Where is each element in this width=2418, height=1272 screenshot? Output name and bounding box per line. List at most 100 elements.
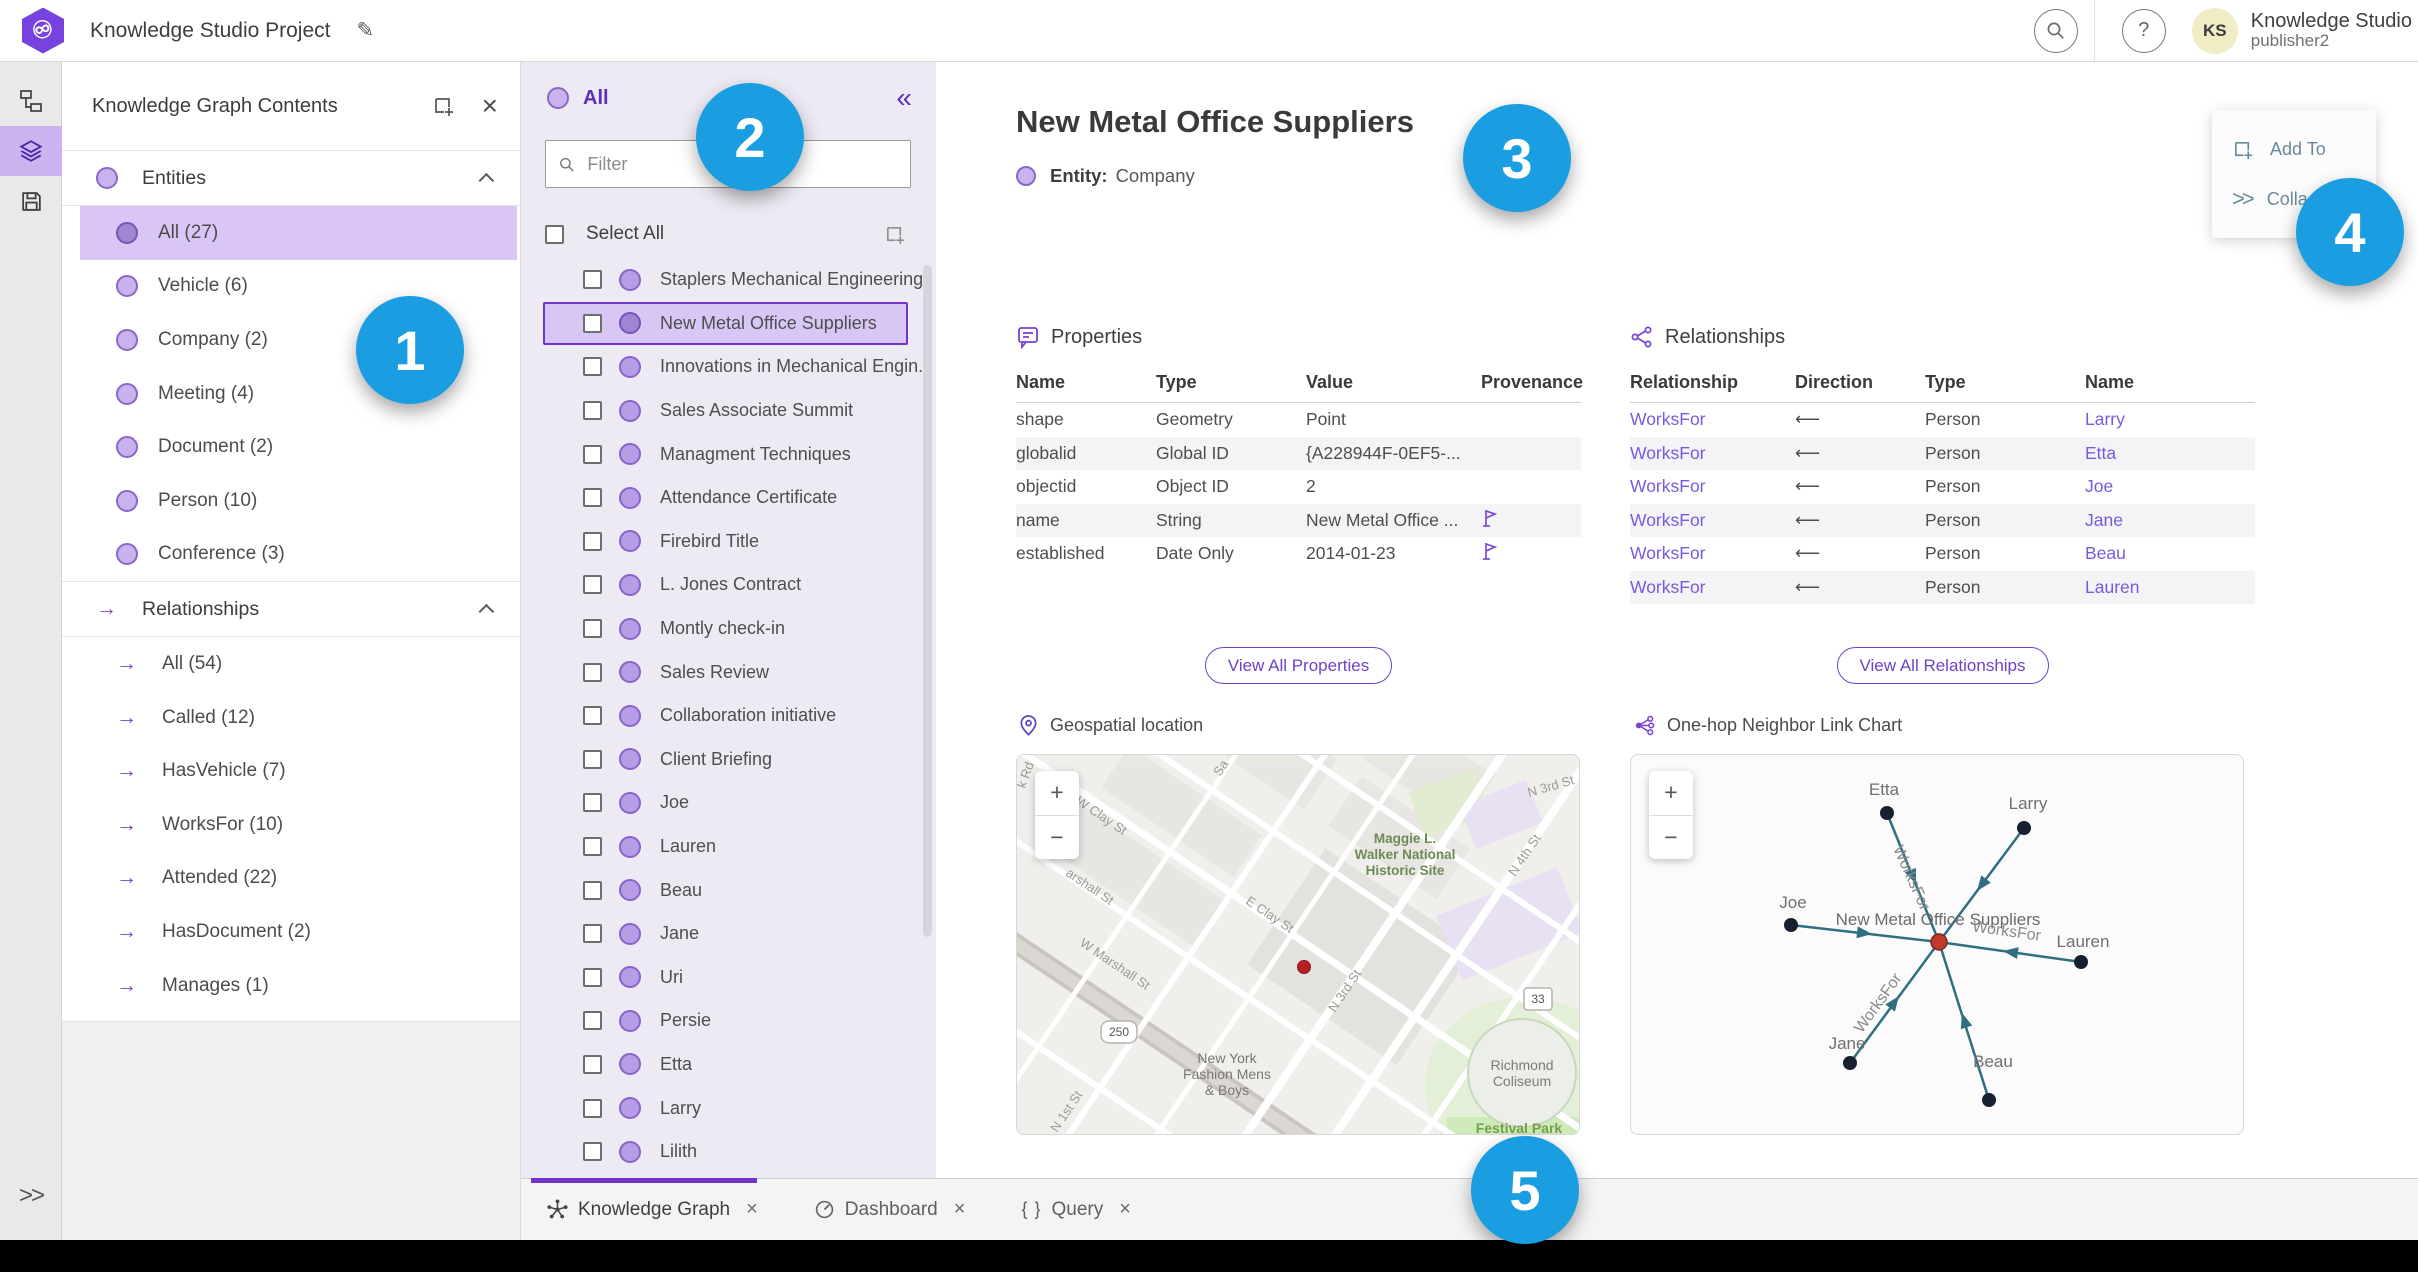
item-checkbox[interactable] <box>583 837 602 857</box>
help-button[interactable]: ? <box>2121 8 2166 53</box>
relationship-type-item[interactable]: → Attended (22) <box>80 852 517 906</box>
geospatial-map[interactable]: + − W Clay St E Clay St arshall St W Mar… <box>1016 754 1580 1135</box>
item-checkbox[interactable] <box>583 706 602 726</box>
rail-save-button[interactable] <box>0 176 62 226</box>
list-item[interactable]: Etta <box>543 1043 908 1087</box>
list-item[interactable]: Sales Associate Summit <box>543 389 908 433</box>
list-item[interactable]: Sales Review <box>543 650 908 694</box>
related-name-link[interactable]: Jane <box>2085 510 2255 531</box>
list-item[interactable]: Collaboration initiative <box>543 694 908 738</box>
add-layer-button[interactable] <box>428 90 460 122</box>
close-panel-button[interactable]: × <box>482 92 498 120</box>
item-checkbox[interactable] <box>583 1142 602 1162</box>
item-checkbox[interactable] <box>583 967 602 987</box>
graph-node[interactable] <box>1843 1056 1857 1070</box>
item-checkbox[interactable] <box>583 924 602 944</box>
item-checkbox[interactable] <box>583 1011 602 1031</box>
relationship-link[interactable]: WorksFor <box>1630 476 1795 497</box>
item-checkbox[interactable] <box>583 575 602 595</box>
link-chart[interactable]: + − Etta Larry Joe Lauren Jane Beau New … <box>1630 754 2244 1135</box>
item-checkbox[interactable] <box>583 401 602 421</box>
list-item[interactable]: L. Jones Contract <box>543 563 908 607</box>
item-checkbox[interactable] <box>583 313 602 333</box>
tab-query[interactable]: { } Query × <box>1021 1198 1130 1221</box>
tab-knowledge-graph[interactable]: Knowledge Graph × <box>547 1198 758 1221</box>
rail-layers-button[interactable] <box>0 126 62 176</box>
entity-type-item[interactable]: All (27) <box>80 206 517 260</box>
relationship-type-item[interactable]: → HasDocument (2) <box>80 905 517 959</box>
entity-type-item[interactable]: Vehicle (6) <box>80 260 517 314</box>
related-name-link[interactable]: Beau <box>2085 543 2255 564</box>
list-item[interactable]: Jane <box>543 912 908 956</box>
relationship-link[interactable]: WorksFor <box>1630 543 1795 564</box>
view-all-properties-button[interactable]: View All Properties <box>1204 647 1393 684</box>
item-checkbox[interactable] <box>583 488 602 508</box>
entity-type-item[interactable]: Document (2) <box>80 420 517 474</box>
related-name-link[interactable]: Larry <box>2085 409 2255 430</box>
item-checkbox[interactable] <box>583 531 602 551</box>
edit-title-icon[interactable]: ✎ <box>357 18 375 43</box>
graph-center-node[interactable] <box>1930 933 1948 951</box>
list-item[interactable]: Client Briefing <box>543 738 908 782</box>
item-checkbox[interactable] <box>583 749 602 769</box>
relationship-type-item[interactable]: → All (54) <box>80 637 517 691</box>
entity-type-item[interactable]: Person (10) <box>80 474 517 528</box>
list-item[interactable]: Persie <box>543 999 908 1043</box>
item-checkbox[interactable] <box>583 880 602 900</box>
item-checkbox[interactable] <box>583 1054 602 1074</box>
relationship-type-item[interactable]: → HasVehicle (7) <box>80 744 517 798</box>
list-item[interactable]: Larry <box>543 1086 908 1130</box>
list-scrollbar[interactable] <box>923 265 932 937</box>
view-all-relationships-button[interactable]: View All Relationships <box>1836 647 2049 684</box>
avatar[interactable]: KS <box>2191 7 2238 54</box>
list-item[interactable]: New Metal Office Suppliers <box>543 301 908 346</box>
graph-node[interactable] <box>1880 806 1894 820</box>
list-item[interactable]: Lilith <box>543 1130 908 1174</box>
zoom-out-button[interactable]: − <box>1649 816 1693 860</box>
item-checkbox[interactable] <box>583 1098 602 1118</box>
list-item[interactable]: Staplers Mechanical Engineering <box>543 258 923 302</box>
item-checkbox[interactable] <box>583 357 602 377</box>
related-name-link[interactable]: Etta <box>2085 443 2255 464</box>
search-button[interactable] <box>2033 8 2078 53</box>
rail-schema-button[interactable] <box>0 76 62 126</box>
relationship-type-item[interactable]: → WorksFor (10) <box>80 798 517 852</box>
relationship-link[interactable]: WorksFor <box>1630 409 1795 430</box>
list-item[interactable]: Joe <box>543 781 908 825</box>
provenance-flag-icon[interactable] <box>1481 508 1500 528</box>
provenance-flag-icon[interactable] <box>1481 541 1500 561</box>
select-all-checkbox[interactable] <box>545 224 564 244</box>
close-tab-icon[interactable]: × <box>954 1198 966 1221</box>
close-tab-icon[interactable]: × <box>746 1198 758 1221</box>
zoom-in-button[interactable]: + <box>1035 771 1079 816</box>
collapse-panel-button[interactable]: « <box>896 84 912 112</box>
tab-dashboard[interactable]: Dashboard × <box>814 1198 966 1221</box>
relationship-link[interactable]: WorksFor <box>1630 443 1795 464</box>
relationship-link[interactable]: WorksFor <box>1630 510 1795 531</box>
list-item[interactable]: Beau <box>543 868 908 912</box>
entities-section-header[interactable]: Entities <box>62 150 520 206</box>
item-checkbox[interactable] <box>583 619 602 639</box>
item-checkbox[interactable] <box>583 444 602 464</box>
list-item[interactable]: Attendance Certificate <box>543 476 908 520</box>
rail-expand-button[interactable]: >> <box>0 1182 62 1210</box>
graph-node[interactable] <box>2074 955 2088 969</box>
entity-type-item[interactable]: Conference (3) <box>80 528 517 582</box>
relationship-type-item[interactable]: → Manages (1) <box>80 959 517 1013</box>
relationship-link[interactable]: WorksFor <box>1630 577 1795 598</box>
list-item[interactable]: Managment Techniques <box>543 432 908 476</box>
item-checkbox[interactable] <box>583 270 602 290</box>
app-logo-icon[interactable]: ♾ <box>22 7 64 54</box>
list-item[interactable]: Firebird Title <box>543 520 908 564</box>
add-to-menu-item[interactable]: Add To <box>2212 124 2376 174</box>
list-item[interactable]: Uri <box>543 956 908 1000</box>
relationship-type-item[interactable]: → Called (12) <box>80 691 517 745</box>
item-checkbox[interactable] <box>583 662 602 682</box>
related-name-link[interactable]: Lauren <box>2085 577 2255 598</box>
add-selection-button[interactable] <box>880 219 911 250</box>
list-item[interactable]: Lauren <box>543 825 908 869</box>
relationships-section-header[interactable]: → Relationships <box>62 581 520 638</box>
close-tab-icon[interactable]: × <box>1119 1198 1131 1221</box>
graph-node[interactable] <box>1784 918 1798 932</box>
related-name-link[interactable]: Joe <box>2085 476 2255 497</box>
